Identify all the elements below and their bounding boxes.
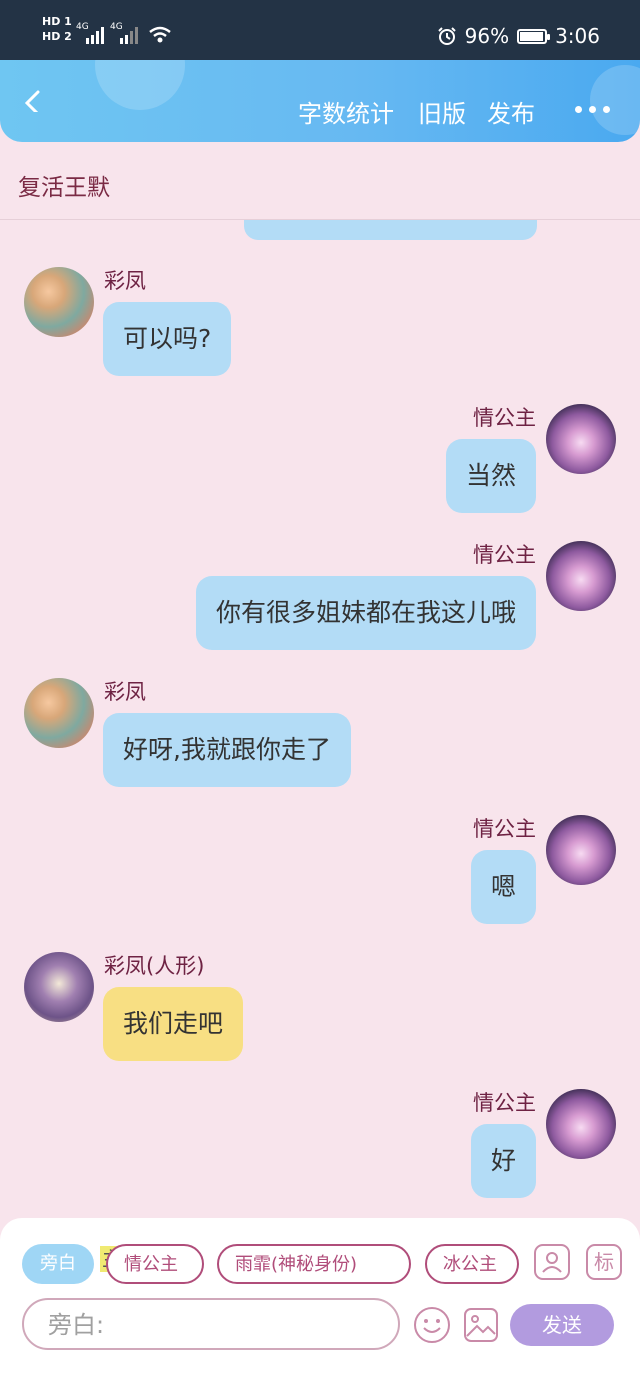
princess-avatar[interactable] (546, 1089, 616, 1159)
message-bubble[interactable]: 好 (470, 1124, 536, 1198)
message-bubble[interactable]: 当然 (445, 439, 536, 513)
tag-icon[interactable]: 标 (586, 1244, 622, 1280)
signal-icon (120, 27, 138, 44)
role-chip[interactable]: 情公主 (106, 1244, 204, 1284)
status-right: 96% 3:06 (437, 24, 600, 48)
speaker-name: 彩凤 (104, 680, 146, 704)
message-bubble[interactable]: 我们走吧 (103, 987, 244, 1061)
status-bar: HD 1 HD 2 4G 4G 96% 3:06 (0, 0, 640, 60)
sim1-label: HD 1 (42, 15, 72, 28)
speaker-name: 情公主 (473, 543, 536, 567)
message-bubble[interactable]: 好呀,我就跟你走了 (103, 713, 351, 787)
add-role-icon[interactable] (534, 1244, 570, 1280)
speaker-name: 彩凤(人形) (104, 954, 205, 978)
caifeng-avatar[interactable] (24, 678, 94, 748)
princess-avatar[interactable] (546, 815, 616, 885)
sim2-label: HD 2 (42, 30, 72, 43)
story-title[interactable]: 复活王默 (18, 168, 110, 202)
princess-avatar[interactable] (546, 404, 616, 474)
chat-list[interactable]: 彩凤 可以吗? 情公主 当然 情公主 你有很多姐妹都在我这儿哦 彩凤 好呀,我就… (0, 220, 640, 1220)
image-icon[interactable] (462, 1306, 500, 1344)
princess-avatar[interactable] (546, 541, 616, 611)
caifeng-avatar[interactable] (24, 267, 94, 337)
battery-icon (517, 28, 551, 44)
emoji-icon[interactable] (413, 1306, 451, 1344)
wifi-icon (149, 26, 171, 43)
app-header: 字数统计 旧版 发布 (0, 60, 640, 142)
message-bubble-partial[interactable] (244, 220, 537, 240)
clock: 3:06 (555, 24, 600, 48)
speaker-name: 情公主 (473, 817, 536, 841)
signal-icon (86, 27, 104, 44)
back-arrow-icon[interactable] (22, 90, 44, 112)
speaker-name: 情公主 (473, 1091, 536, 1115)
word-count-button[interactable]: 字数统计 (298, 94, 394, 129)
message-bubble[interactable]: 嗯 (470, 850, 536, 924)
battery-percent: 96% (464, 24, 510, 48)
role-chip[interactable]: 冰公主 (425, 1244, 519, 1284)
caifeng-human-avatar[interactable] (24, 952, 94, 1022)
role-chip[interactable]: 雨霏(神秘身份) (217, 1244, 411, 1284)
sim-indicators: HD 1 HD 2 (42, 16, 72, 43)
publish-button[interactable]: 发布 (487, 94, 535, 129)
story-title-bar: 复活王默 (0, 142, 640, 220)
speaker-name: 情公主 (473, 406, 536, 430)
alarm-icon (437, 27, 456, 45)
decor-bubble (95, 60, 185, 110)
speaker-name: 彩凤 (104, 269, 146, 293)
narration-chip[interactable]: 旁白 (22, 1244, 94, 1284)
send-button[interactable]: 发送 (510, 1304, 614, 1346)
message-input-field[interactable] (46, 1308, 380, 1342)
message-bubble[interactable]: 你有很多姐妹都在我这儿哦 (195, 576, 536, 650)
message-input[interactable] (22, 1298, 400, 1350)
more-icon[interactable] (575, 106, 610, 113)
message-bubble[interactable]: 可以吗? (103, 302, 232, 376)
decor-bubble (590, 65, 640, 135)
old-version-button[interactable]: 旧版 (418, 94, 466, 129)
